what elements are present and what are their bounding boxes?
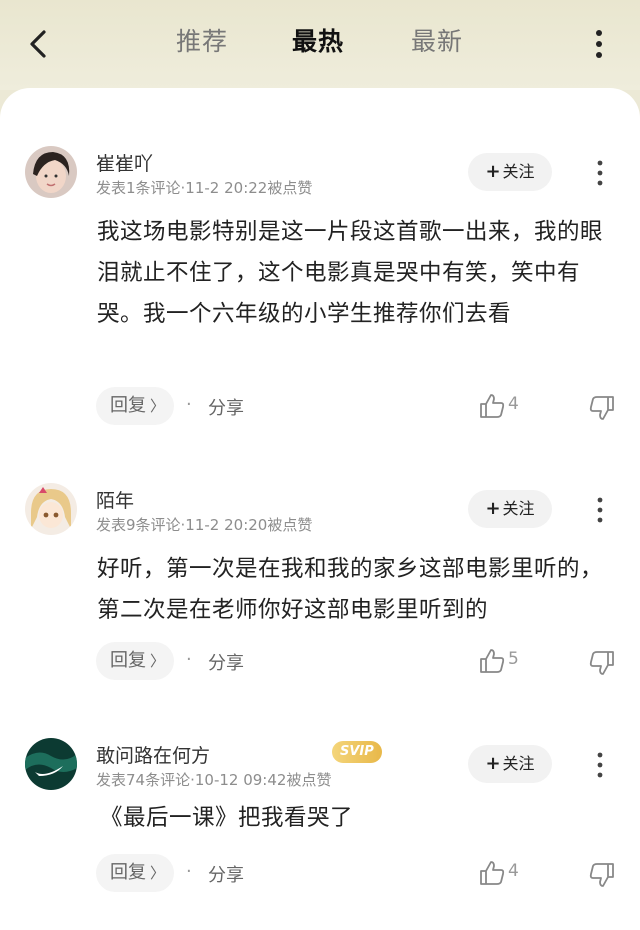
comment-meta: 发表74条评论·10-12 09:42被点赞 [96, 771, 332, 789]
comment-meta: 发表1条评论·11-2 20:22被点赞 [96, 179, 313, 197]
comment-meta: 发表9条评论·11-2 20:20被点赞 [96, 516, 313, 534]
follow-label: 关注 [502, 499, 535, 518]
share-button[interactable]: 分享 [208, 394, 244, 420]
reply-button[interactable]: 回复〉 [96, 642, 174, 680]
thumbs-down-icon [589, 396, 614, 420]
thumbs-up-icon [480, 394, 505, 418]
thumbs-up-icon [480, 649, 505, 673]
like-button[interactable]: 5 [478, 647, 526, 677]
comment-text: 《最后一课》把我看哭了 [100, 805, 354, 831]
tab-newest[interactable]: 最新 [411, 22, 463, 58]
separator-dot: · [186, 394, 192, 415]
thumbs-down-icon [589, 651, 614, 675]
share-button[interactable]: 分享 [208, 861, 244, 887]
thumbs-down-icon [589, 863, 614, 887]
follow-button[interactable]: + 关注 [468, 153, 552, 191]
svip-badge: SVIP [332, 741, 382, 763]
vertical-dots-icon [597, 160, 603, 186]
comments-panel: 崔崔吖 发表1条评论·11-2 20:22被点赞 + 关注 我这场电影特别是这一片… [0, 88, 640, 930]
follow-label: 关注 [502, 754, 535, 773]
chevron-right-icon: 〉 [150, 652, 166, 670]
dislike-button[interactable] [588, 861, 616, 891]
username: 敢问路在何方 SVIP [96, 741, 382, 768]
vertical-dots-icon [596, 30, 602, 58]
vertical-dots-icon [597, 752, 603, 778]
avatar[interactable] [25, 146, 77, 198]
like-count: 4 [508, 394, 519, 414]
follow-button[interactable]: + 关注 [468, 490, 552, 528]
like-count: 4 [508, 861, 519, 881]
separator-dot: · [186, 649, 192, 670]
dislike-button[interactable] [588, 394, 616, 424]
vertical-dots-icon [597, 497, 603, 523]
chevron-right-icon: 〉 [150, 864, 166, 882]
dislike-button[interactable] [588, 649, 616, 679]
reply-label: 回复 [110, 862, 146, 883]
comment-text: 我这场电影特别是这一片段这首歌一出来，我的眼泪就止不住了，这个电影真是哭中有笑，… [97, 219, 604, 327]
comment-more-button[interactable] [590, 750, 610, 780]
comment-more-button[interactable] [590, 495, 610, 525]
follow-label: 关注 [502, 162, 535, 181]
username[interactable]: 崔崔吖 [96, 149, 153, 176]
like-count: 5 [508, 649, 519, 669]
more-options-button[interactable] [584, 24, 614, 64]
like-button[interactable]: 4 [478, 859, 526, 889]
plus-icon: + [485, 161, 501, 182]
reply-label: 回复 [110, 395, 146, 416]
thumbs-up-icon [480, 861, 505, 885]
reply-button[interactable]: 回复〉 [96, 854, 174, 892]
plus-icon: + [485, 753, 501, 774]
share-button[interactable]: 分享 [208, 649, 244, 675]
like-button[interactable]: 4 [478, 392, 526, 422]
follow-button[interactable]: + 关注 [468, 745, 552, 783]
tab-hottest[interactable]: 最热 [292, 22, 344, 58]
separator-dot: · [186, 861, 192, 882]
username[interactable]: 陌年 [96, 486, 134, 513]
chevron-right-icon: 〉 [150, 397, 166, 415]
username-text[interactable]: 敢问路在何方 [96, 745, 210, 767]
avatar[interactable] [25, 483, 77, 535]
top-bar: 推荐 最热 最新 [0, 0, 640, 90]
comment-text: 好听，第一次是在我和我的家乡这部电影里听的，第二次是在老师你好这部电影里听到的 [97, 556, 604, 623]
sort-tabs: 推荐 最热 最新 [0, 22, 640, 66]
tab-recommended[interactable]: 推荐 [176, 22, 228, 58]
plus-icon: + [485, 498, 501, 519]
reply-button[interactable]: 回复〉 [96, 387, 174, 425]
comment-more-button[interactable] [590, 158, 610, 188]
avatar[interactable] [25, 738, 77, 790]
reply-label: 回复 [110, 650, 146, 671]
